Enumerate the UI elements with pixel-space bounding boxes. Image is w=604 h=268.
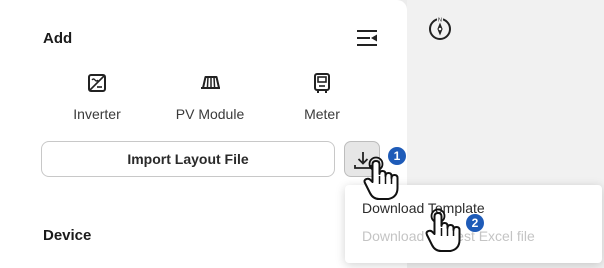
compass-icon[interactable]: N [427, 15, 453, 41]
hand-cursor-icon [363, 156, 403, 202]
add-section-title: Add [43, 30, 73, 47]
collapse-panel-icon[interactable] [356, 28, 378, 48]
add-pv-module-button[interactable]: PV Module [162, 72, 258, 126]
pv-module-icon [162, 72, 258, 94]
import-layout-file-button[interactable]: Import Layout File [41, 141, 335, 177]
download-template-item[interactable]: Download Template [362, 200, 485, 216]
hand-cursor-icon [425, 208, 465, 254]
inverter-label: Inverter [73, 106, 121, 122]
pv-module-label: PV Module [175, 106, 245, 122]
step-badge-2: 2 [466, 214, 484, 232]
device-section-title: Device [43, 227, 92, 244]
add-meter-button[interactable]: Meter [274, 72, 370, 126]
meter-icon [274, 72, 370, 94]
meter-label: Meter [304, 106, 340, 122]
inverter-icon [49, 72, 145, 94]
add-inverter-button[interactable]: Inverter [49, 72, 145, 126]
